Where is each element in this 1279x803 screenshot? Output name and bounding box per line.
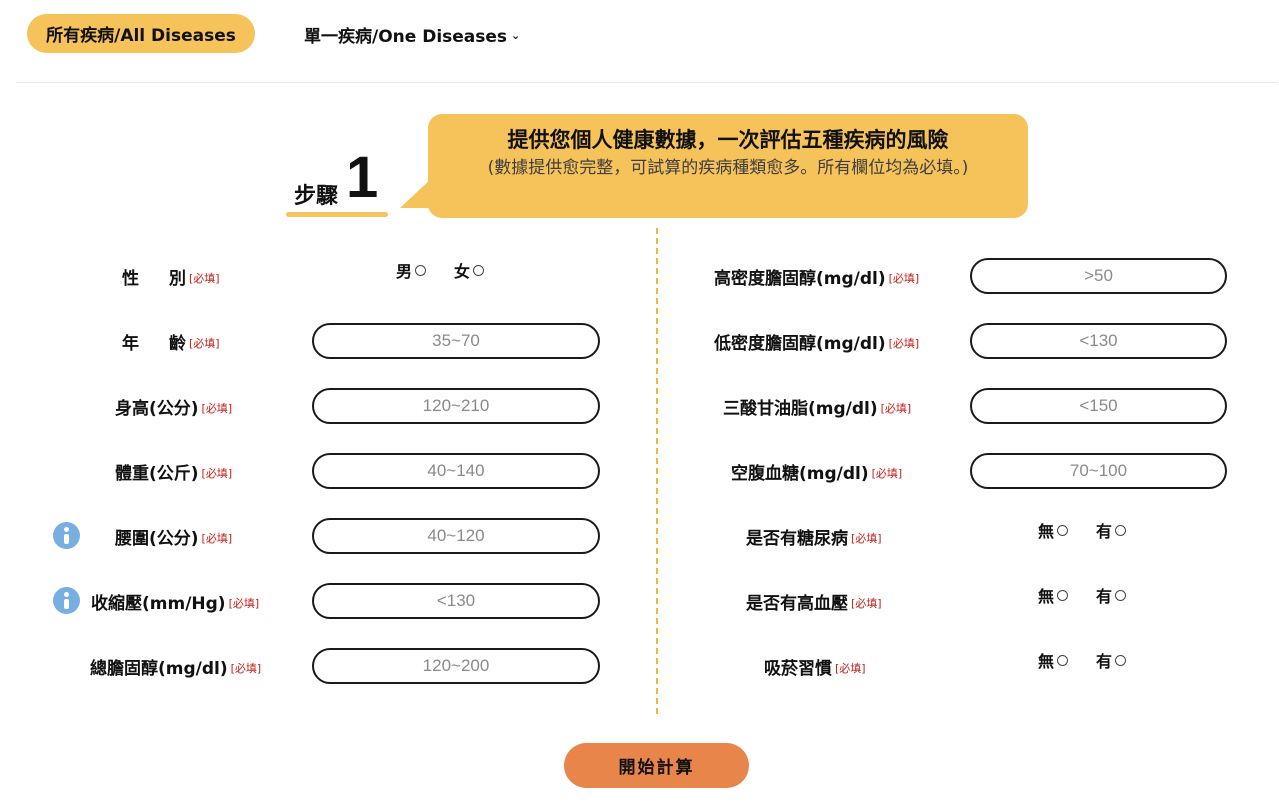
waist-label: 腰圍(公分) [必填] <box>115 518 232 554</box>
systolic-input[interactable] <box>312 583 600 619</box>
diabetes-option-no-label: 無 <box>1038 522 1055 541</box>
hypertension-radio-group: 無 有 <box>1038 583 1154 607</box>
step-label: 步驟 <box>294 184 339 209</box>
smoking-option-no-label: 無 <box>1038 652 1055 671</box>
hypertension-option-no-label: 無 <box>1038 587 1055 606</box>
systolic-label: 收縮壓(mm/Hg) [必填] <box>91 583 259 619</box>
tab-one-disease-label: 單一疾病/One Diseases <box>304 26 508 47</box>
sex-label-a: 性 <box>122 268 139 289</box>
required-tag: [必填] <box>888 272 920 285</box>
required-tag: [必填] <box>201 467 233 480</box>
glucose-label-text: 空腹血糖(mg/dl) <box>731 463 869 484</box>
diabetes-option-yes-label: 有 <box>1096 522 1113 541</box>
tg-label: 三酸甘油脂(mg/dl) [必填] <box>723 388 911 424</box>
radio-circle[interactable] <box>1057 654 1069 666</box>
banner-title: 提供您個人健康數據，一次評估五種疾病的風險 <box>507 128 949 152</box>
chevron-down-icon: ⌄ <box>511 28 521 42</box>
glucose-input[interactable] <box>970 453 1227 489</box>
hypertension-label-text: 是否有高血壓 <box>746 593 848 614</box>
radio-circle[interactable] <box>415 264 427 276</box>
step-number: 1 <box>346 145 379 210</box>
radio-circle[interactable] <box>1115 589 1127 601</box>
required-tag: [必填] <box>228 597 260 610</box>
age-label: 年 齡 [必填] <box>122 323 220 359</box>
ldl-input[interactable] <box>970 323 1227 359</box>
top-divider <box>16 82 1278 83</box>
tab-all-diseases[interactable]: 所有疾病/All Diseases <box>27 14 255 53</box>
radio-circle[interactable] <box>1057 524 1069 536</box>
required-tag: [必填] <box>888 337 920 350</box>
required-tag: [必填] <box>189 272 220 285</box>
sex-option-female-label: 女 <box>454 262 471 281</box>
height-input[interactable] <box>312 388 600 424</box>
age-input[interactable] <box>312 323 600 359</box>
smoking-option-yes-label: 有 <box>1096 652 1113 671</box>
age-label-a: 年 <box>122 333 139 354</box>
diabetes-label: 是否有糖尿病 [必填] <box>746 518 882 554</box>
required-tag: [必填] <box>835 662 866 675</box>
hypertension-option-no[interactable]: 無 <box>1038 583 1069 607</box>
height-label-text: 身高(公分) <box>115 398 199 419</box>
hdl-label-text: 高密度膽固醇(mg/dl) <box>714 268 886 289</box>
hdl-input[interactable] <box>970 258 1227 294</box>
sex-radio-group: 男 女 <box>396 258 512 282</box>
smoking-radio-group: 無 有 <box>1038 648 1154 672</box>
banner-subtitle: (數據提供愈完整，可試算的疾病種類愈多。所有欄位均為必填。) <box>487 158 969 178</box>
hdl-label: 高密度膽固醇(mg/dl) [必填] <box>714 258 919 294</box>
step-underline <box>286 212 388 217</box>
required-tag: [必填] <box>880 402 912 415</box>
step-heading: 步驟 1 <box>286 145 388 218</box>
smoking-label-text: 吸菸習慣 <box>764 658 832 679</box>
smoking-label: 吸菸習慣 [必填] <box>764 648 866 684</box>
hypertension-option-yes-label: 有 <box>1096 587 1113 606</box>
required-tag: [必填] <box>871 467 903 480</box>
systolic-label-text: 收縮壓(mm/Hg) <box>91 593 226 614</box>
cholesterol-input[interactable] <box>312 648 600 684</box>
required-tag: [必填] <box>851 597 882 610</box>
tab-one-disease[interactable]: 單一疾病/One Diseases ⌄ <box>304 22 521 47</box>
required-tag: [必填] <box>851 532 882 545</box>
glucose-label: 空腹血糖(mg/dl) [必填] <box>731 453 902 489</box>
instruction-banner: 提供您個人健康數據，一次評估五種疾病的風險 (數據提供愈完整，可試算的疾病種類愈… <box>428 114 1028 218</box>
info-icon[interactable] <box>53 522 80 549</box>
smoking-option-no[interactable]: 無 <box>1038 648 1069 672</box>
tg-input[interactable] <box>970 388 1227 424</box>
diabetes-option-no[interactable]: 無 <box>1038 518 1069 542</box>
sex-option-male[interactable]: 男 <box>396 258 427 282</box>
radio-circle[interactable] <box>1057 589 1069 601</box>
sex-label: 性 別 [必填] <box>122 258 220 294</box>
info-icon[interactable] <box>53 587 80 614</box>
radio-circle[interactable] <box>1115 654 1127 666</box>
weight-input[interactable] <box>312 453 600 489</box>
waist-label-text: 腰圍(公分) <box>115 528 199 549</box>
diabetes-radio-group: 無 有 <box>1038 518 1154 542</box>
weight-label: 體重(公斤) [必填] <box>115 453 232 489</box>
radio-circle[interactable] <box>1115 524 1127 536</box>
start-calculation-button[interactable]: 開始計算 <box>564 743 749 788</box>
sex-label-b: 別 <box>169 268 186 289</box>
smoking-option-yes[interactable]: 有 <box>1096 648 1127 672</box>
ldl-label-text: 低密度膽固醇(mg/dl) <box>714 333 886 354</box>
hypertension-option-yes[interactable]: 有 <box>1096 583 1127 607</box>
cholesterol-label: 總膽固醇(mg/dl) [必填] <box>90 648 261 684</box>
diabetes-option-yes[interactable]: 有 <box>1096 518 1127 542</box>
sex-option-female[interactable]: 女 <box>454 258 485 282</box>
ldl-label: 低密度膽固醇(mg/dl) [必填] <box>714 323 919 359</box>
tg-label-text: 三酸甘油脂(mg/dl) <box>723 398 878 419</box>
column-divider <box>656 228 658 714</box>
sex-option-male-label: 男 <box>396 262 413 281</box>
weight-label-text: 體重(公斤) <box>115 463 199 484</box>
required-tag: [必填] <box>201 532 233 545</box>
height-label: 身高(公分) [必填] <box>115 388 232 424</box>
hypertension-label: 是否有高血壓 [必填] <box>746 583 882 619</box>
diabetes-label-text: 是否有糖尿病 <box>746 528 848 549</box>
required-tag: [必填] <box>230 662 262 675</box>
radio-circle[interactable] <box>473 264 485 276</box>
waist-input[interactable] <box>312 518 600 554</box>
required-tag: [必填] <box>189 337 220 350</box>
cholesterol-label-text: 總膽固醇(mg/dl) <box>90 658 228 679</box>
required-tag: [必填] <box>201 402 233 415</box>
age-label-b: 齡 <box>169 333 186 354</box>
